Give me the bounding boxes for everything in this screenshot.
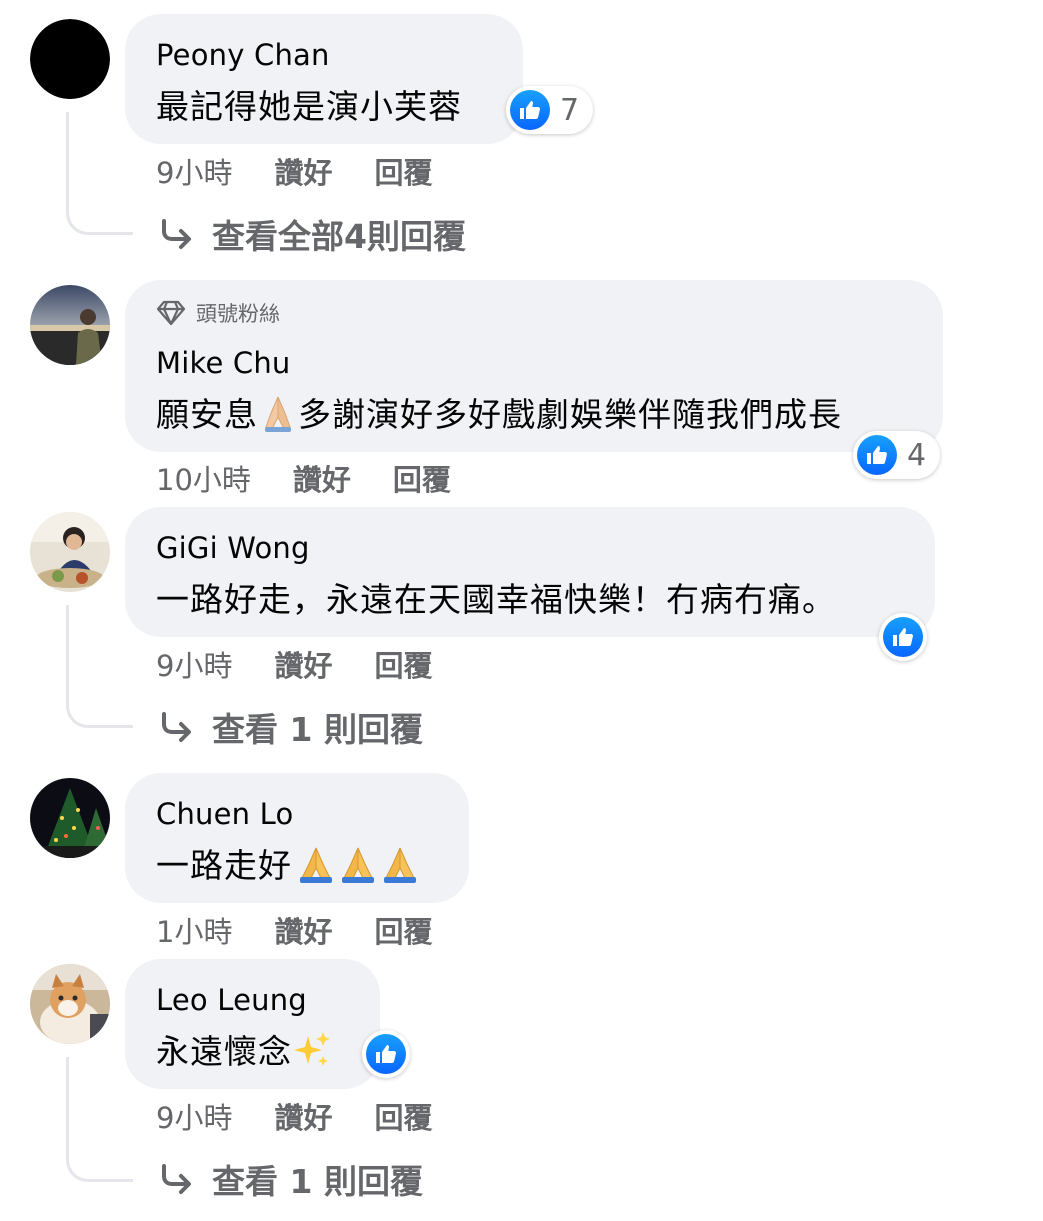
- reply-arrow-icon: [162, 219, 191, 249]
- reaction-summary[interactable]: 4: [853, 431, 941, 479]
- view-replies-link[interactable]: 查看 1 則回覆: [160, 1155, 423, 1203]
- like-reaction-icon: [883, 617, 923, 657]
- comment-text-part: 願安息: [156, 395, 258, 434]
- comment-actions: 10小時 讚好 回覆: [156, 457, 451, 499]
- view-replies-link[interactable]: 查看全部4則回覆: [160, 210, 466, 258]
- comment-text-part: 多謝演好多好戲劇娛樂伴隨我們成長: [298, 395, 842, 434]
- reply-arrow-icon: [162, 712, 191, 742]
- comment-author[interactable]: GiGi Wong: [156, 531, 310, 565]
- badge-label: 頭號粉絲: [196, 302, 280, 326]
- like-reaction-icon: [510, 90, 550, 130]
- comment-text: 一路走好: [156, 839, 420, 892]
- avatar[interactable]: [30, 778, 110, 858]
- comment-text-part: 永遠懷念: [156, 1032, 292, 1071]
- comment-actions: 9小時 讚好 回覆: [156, 150, 432, 192]
- diamond-icon: [156, 300, 186, 326]
- comment-text: 願安息 多謝演好多好戲劇娛樂伴隨我們成長: [156, 388, 842, 441]
- avatar[interactable]: [30, 285, 110, 365]
- avatar[interactable]: [30, 19, 110, 99]
- reply-button[interactable]: 回覆: [374, 909, 432, 951]
- view-replies-label: 查看 1 則回覆: [212, 1162, 423, 1201]
- comment-bubble: Peony Chan 最記得她是演小芙蓉: [125, 14, 523, 144]
- like-button[interactable]: 讚好: [274, 909, 332, 951]
- like-reaction-icon: [857, 435, 897, 475]
- sparkles-emoji-icon: [292, 1030, 332, 1078]
- reply-button[interactable]: 回覆: [393, 457, 451, 499]
- comment-bubble: Chuen Lo 一路走好: [125, 773, 469, 903]
- comment-bubble: 頭號粉絲 Mike Chu 願安息 多謝演好多好戲劇娛樂伴隨我們成長: [125, 280, 943, 452]
- comment-text-part: 一路走好: [156, 846, 292, 885]
- comment-author[interactable]: Mike Chu: [156, 346, 291, 380]
- avatar[interactable]: [30, 512, 110, 592]
- comment-bubble: Leo Leung 永遠懷念: [125, 959, 380, 1089]
- comment-text: 永遠懷念: [156, 1025, 332, 1078]
- reply-thread-line: [66, 1057, 133, 1182]
- view-replies-link[interactable]: 查看 1 則回覆: [160, 703, 423, 751]
- comment-actions: 9小時 讚好 回覆: [156, 643, 432, 685]
- comment-timestamp[interactable]: 1小時: [156, 909, 232, 951]
- comment-author[interactable]: Leo Leung: [156, 983, 307, 1017]
- avatar[interactable]: [30, 964, 110, 1044]
- comment-timestamp[interactable]: 9小時: [156, 150, 232, 192]
- comment-actions: 1小時 讚好 回覆: [156, 909, 432, 951]
- reply-arrow-icon: [162, 1164, 191, 1194]
- comment-author[interactable]: Chuen Lo: [156, 797, 293, 831]
- comment-author[interactable]: Peony Chan: [156, 38, 330, 72]
- comment-actions: 9小時 讚好 回覆: [156, 1095, 432, 1137]
- view-replies-label: 查看 1 則回覆: [212, 710, 423, 749]
- reaction-summary[interactable]: 7: [506, 86, 594, 134]
- like-button[interactable]: 讚好: [274, 1095, 332, 1137]
- comment-bubble: GiGi Wong 一路好走，永遠在天國幸福快樂！冇病冇痛。: [125, 507, 935, 637]
- comment-timestamp[interactable]: 10小時: [156, 457, 251, 499]
- view-replies-label: 查看全部4則回覆: [212, 217, 466, 256]
- reply-button[interactable]: 回覆: [374, 150, 432, 192]
- comment-text: 最記得她是演小芙蓉: [156, 87, 462, 126]
- reaction-summary[interactable]: [879, 613, 927, 661]
- comment-timestamp[interactable]: 9小時: [156, 1095, 232, 1137]
- like-button[interactable]: 讚好: [274, 150, 332, 192]
- reaction-count: 7: [560, 92, 580, 128]
- folded-hands-emoji-icon: [258, 393, 298, 441]
- reply-thread-line: [66, 112, 133, 235]
- folded-hands-emoji-icon: [296, 844, 420, 892]
- like-button[interactable]: 讚好: [293, 457, 351, 499]
- like-button[interactable]: 讚好: [274, 643, 332, 685]
- comment-text: 一路好走，永遠在天國幸福快樂！冇病冇痛。: [156, 580, 836, 619]
- reaction-count: 4: [907, 437, 927, 473]
- like-reaction-icon: [366, 1034, 406, 1074]
- reply-thread-line: [66, 605, 133, 728]
- reply-button[interactable]: 回覆: [374, 1095, 432, 1137]
- reaction-summary[interactable]: [362, 1030, 410, 1078]
- reply-button[interactable]: 回覆: [374, 643, 432, 685]
- top-fan-badge[interactable]: 頭號粉絲: [156, 298, 280, 328]
- comment-timestamp[interactable]: 9小時: [156, 643, 232, 685]
